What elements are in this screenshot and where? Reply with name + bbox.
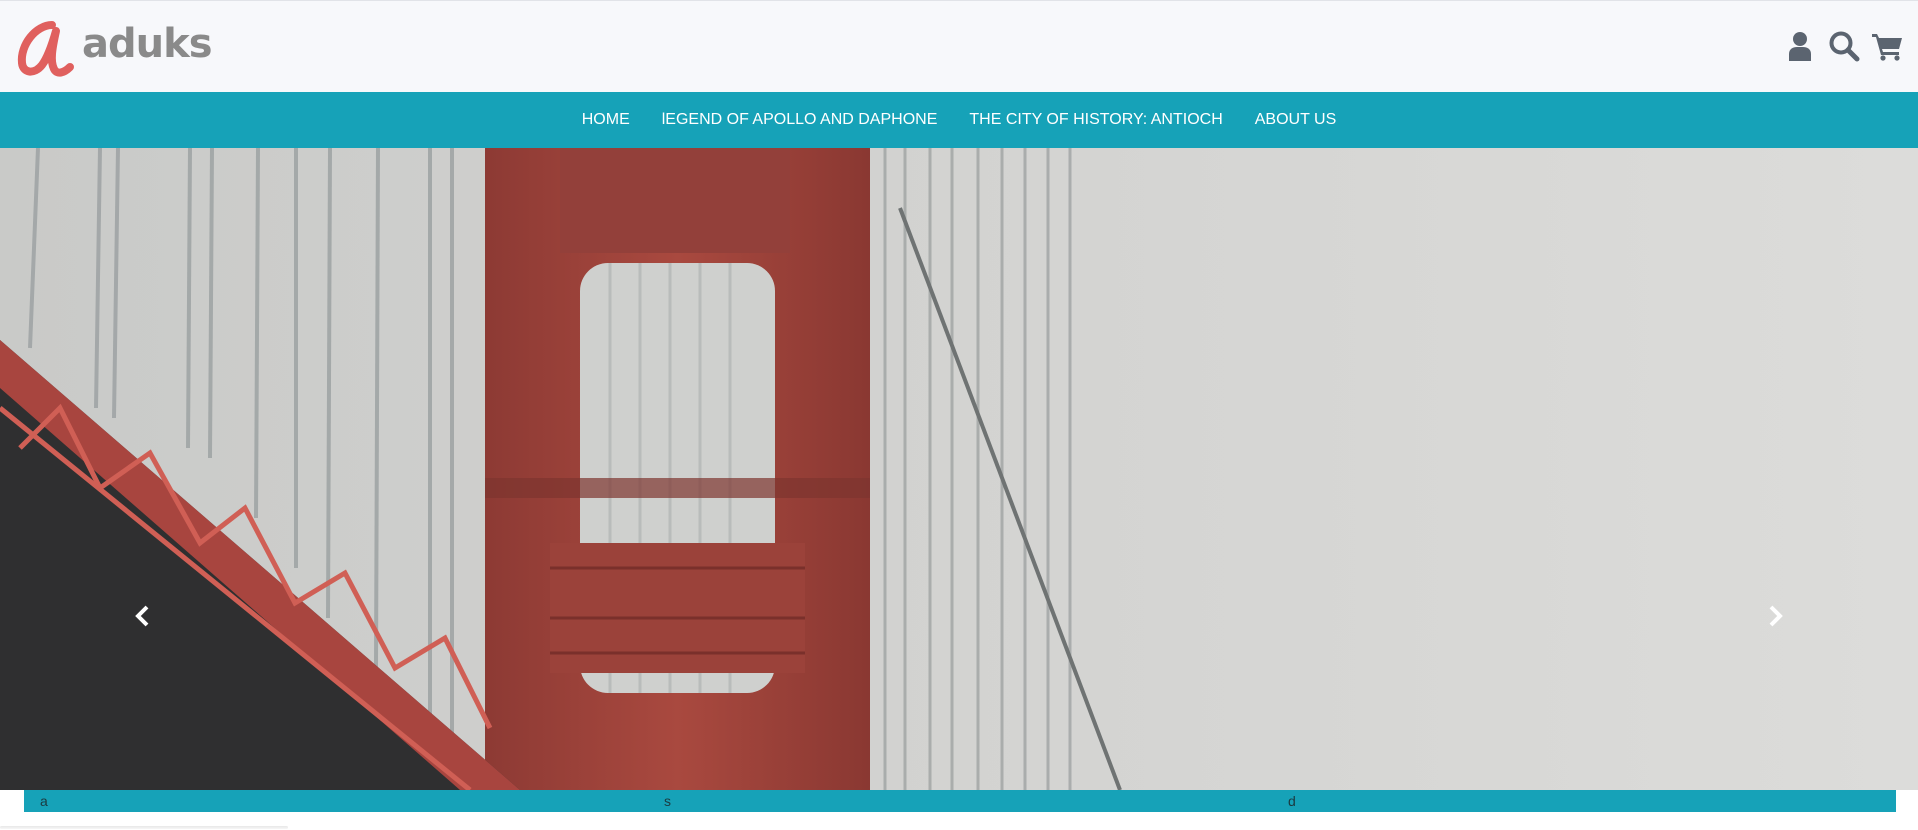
nav-item-home[interactable]: HOME: [566, 111, 646, 129]
nav-item-about-us[interactable]: ABOUT US: [1239, 111, 1353, 129]
nav-item-city-antioch[interactable]: THE CITY OF HISTORY: ANTIOCH: [953, 111, 1238, 129]
carousel-prev-button[interactable]: [128, 598, 158, 634]
info-strip-cell: s: [664, 793, 671, 809]
carousel-slide-image: [0, 148, 1918, 790]
carousel-next-button[interactable]: [1760, 598, 1790, 634]
main-nav: HOME lEGEND OF APOLLO AND DAPHONE THE CI…: [0, 92, 1918, 148]
logo-a-icon: [17, 21, 74, 77]
divider: [0, 826, 288, 829]
info-strip-cell: d: [1288, 793, 1296, 809]
cart-icon[interactable]: [1872, 29, 1904, 63]
nav-item-legend-apollo-daphone[interactable]: lEGEND OF APOLLO AND DAPHONE: [646, 111, 954, 129]
header-actions: [1784, 29, 1904, 63]
site-logo[interactable]: aduks: [14, 15, 213, 79]
user-icon[interactable]: [1784, 29, 1816, 63]
search-icon[interactable]: [1828, 29, 1860, 63]
chevron-left-icon: [135, 605, 149, 627]
logo-wordmark: aduks: [82, 21, 213, 67]
info-strip: a s d: [24, 790, 1896, 812]
chevron-right-icon: [1769, 605, 1783, 627]
hero-carousel: [0, 148, 1918, 790]
info-strip-cell: a: [40, 793, 48, 809]
site-header: aduks: [0, 0, 1918, 92]
